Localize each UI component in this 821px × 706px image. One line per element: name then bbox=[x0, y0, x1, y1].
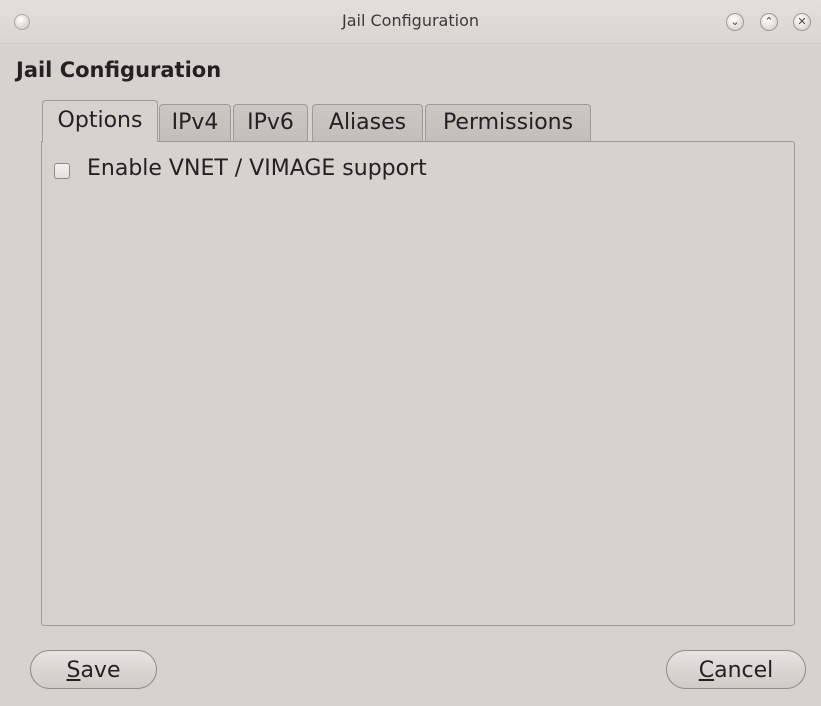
page-title: Jail Configuration bbox=[16, 58, 222, 82]
tab-permissions[interactable]: Permissions bbox=[425, 104, 591, 141]
title-bar[interactable]: Jail Configuration ⌄ ⌃ ✕ bbox=[0, 0, 821, 44]
tab-ipv4[interactable]: IPv4 bbox=[159, 104, 231, 141]
window-title: Jail Configuration bbox=[341, 11, 479, 30]
tab-options[interactable]: Options bbox=[42, 100, 158, 142]
vnet-checkbox[interactable] bbox=[54, 163, 70, 179]
options-panel: Enable VNET / VIMAGE support bbox=[41, 141, 795, 626]
close-icon[interactable]: ✕ bbox=[793, 13, 811, 31]
jail-configuration-window: Jail Configuration ⌄ ⌃ ✕ Jail Configurat… bbox=[0, 0, 821, 706]
save-button[interactable]: Save bbox=[30, 650, 157, 689]
save-mnemonic: S bbox=[66, 658, 81, 683]
cancel-label-rest: ancel bbox=[714, 658, 774, 683]
tab-aliases[interactable]: Aliases bbox=[312, 104, 423, 141]
tab-ipv6[interactable]: IPv6 bbox=[233, 104, 308, 141]
save-label-rest: ave bbox=[80, 658, 121, 683]
vnet-checkbox-label[interactable]: Enable VNET / VIMAGE support bbox=[87, 156, 427, 181]
maximize-icon[interactable]: ⌃ bbox=[760, 13, 778, 31]
minimize-icon[interactable]: ⌄ bbox=[726, 13, 744, 31]
cancel-button[interactable]: Cancel bbox=[666, 650, 806, 689]
cancel-mnemonic: C bbox=[698, 658, 715, 683]
